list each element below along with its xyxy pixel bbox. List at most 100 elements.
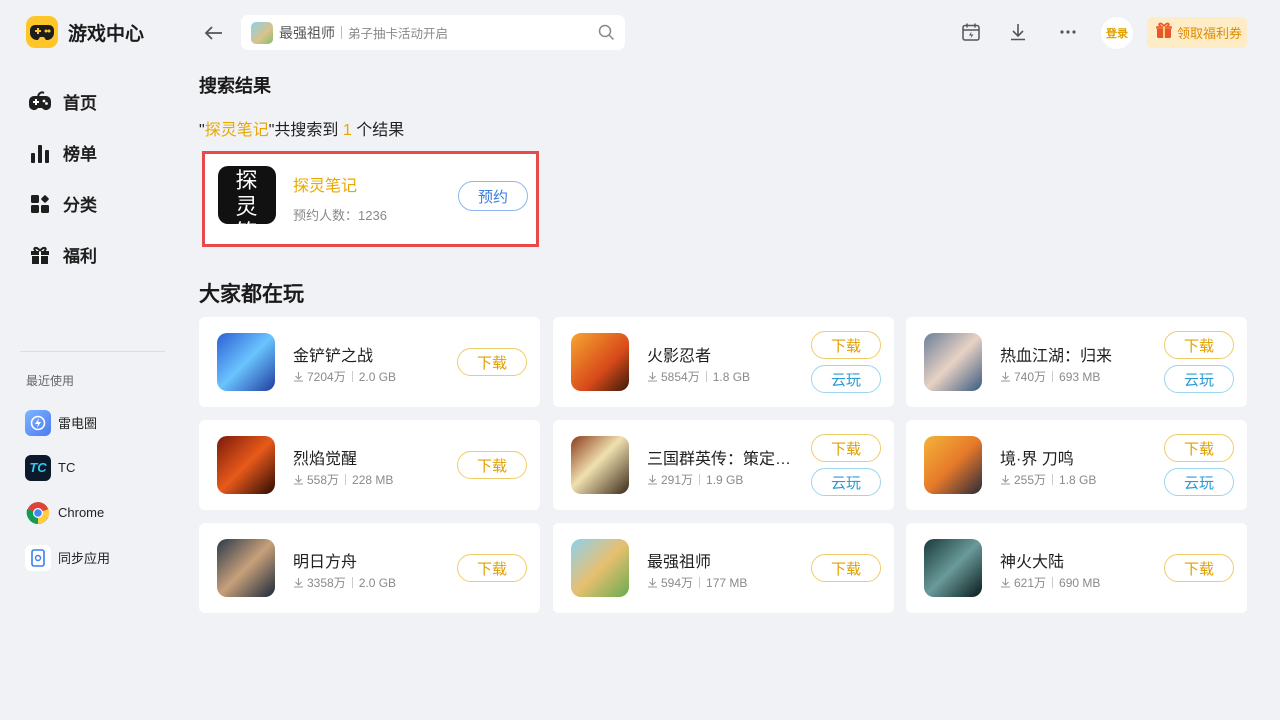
recent-label: 雷电圈 — [58, 416, 98, 431]
sidebar-divider — [20, 351, 165, 352]
nav-label: 福利 — [63, 247, 97, 266]
download-button[interactable]: 下载 — [457, 451, 527, 479]
stats-separator — [351, 577, 353, 588]
game-card[interactable]: 最强祖师 594万 177 MB 下载 — [553, 523, 894, 613]
download-count: 621万 — [1014, 576, 1047, 590]
main-nav: 首页 榜单 分类 福利 — [28, 76, 97, 280]
stats-separator — [351, 371, 353, 382]
download-count: 7204万 — [307, 370, 346, 384]
download-count-icon — [648, 578, 657, 588]
game-size: 2.0 GB — [358, 369, 397, 384]
nav-item-ranking[interactable]: 榜单 — [28, 127, 97, 178]
download-button[interactable]: 下载 — [811, 434, 881, 462]
download-count: 291万 — [661, 473, 694, 487]
recent-item-leidian[interactable]: 雷电圈 — [25, 400, 110, 445]
download-count-icon — [294, 475, 303, 485]
game-icon — [571, 539, 629, 597]
search-game-name: 最强祖师 — [279, 24, 335, 41]
game-name: 烈焰觉醒 — [293, 451, 358, 468]
recent-item-chrome[interactable]: Chrome — [25, 490, 110, 535]
recent-label: TC — [58, 460, 76, 475]
game-stats: 740万 693 MB — [1000, 368, 1100, 385]
download-count-icon — [648, 372, 657, 382]
game-icon — [217, 436, 275, 494]
game-card[interactable]: 热血江湖：归来 740万 693 MB 下载 云玩 — [906, 317, 1247, 407]
download-button[interactable]: 下载 — [1164, 554, 1234, 582]
brand[interactable]: 游戏中心 — [26, 16, 144, 48]
cloud-play-button[interactable]: 云玩 — [811, 468, 881, 496]
game-icon: 探灵笔记 — [218, 166, 276, 224]
recent-item-sync[interactable]: 同步应用 — [25, 535, 110, 580]
reserve-button[interactable]: 预约 — [458, 181, 528, 211]
search-results-title: 搜索结果 — [199, 76, 271, 96]
game-card[interactable]: 明日方舟 3358万 2.0 GB 下载 — [199, 523, 540, 613]
game-card[interactable]: 烈焰觉醒 558万 228 MB 下载 — [199, 420, 540, 510]
download-button[interactable]: 下载 — [1164, 434, 1234, 462]
game-icon — [571, 333, 629, 391]
gift-icon — [28, 243, 52, 267]
nav-item-welfare[interactable]: 福利 — [28, 229, 97, 280]
search-icon[interactable] — [598, 24, 615, 41]
cloud-play-button[interactable]: 云玩 — [1164, 468, 1234, 496]
download-button[interactable]: 下载 — [1164, 331, 1234, 359]
download-button[interactable]: 下载 — [457, 554, 527, 582]
sidebar: 游戏中心 首页 榜单 分类 福利 最近使用 雷电圈 TC TC Chrome 同… — [0, 0, 180, 720]
game-icon — [924, 333, 982, 391]
search-separator — [341, 26, 342, 39]
claim-coupon-button[interactable]: 领取福利券 — [1147, 17, 1247, 48]
game-stats: 291万 1.9 GB — [647, 471, 743, 488]
recent-label: Chrome — [58, 505, 105, 520]
coupon-label: 领取福利券 — [1177, 26, 1243, 41]
download-button[interactable]: 下载 — [457, 348, 527, 376]
download-count: 255万 — [1014, 473, 1047, 487]
search-game-thumbnail — [251, 21, 273, 44]
game-name: 最强祖师 — [647, 554, 712, 571]
arrow-left-icon — [204, 26, 222, 40]
stats-separator — [1052, 371, 1054, 382]
popular-title: 大家都在玩 — [199, 283, 304, 306]
download-count-icon — [1001, 578, 1010, 588]
game-card[interactable]: 境·界 刀鸣 255万 1.8 GB 下载 云玩 — [906, 420, 1247, 510]
game-stats: 558万 228 MB — [293, 471, 393, 488]
search-bar[interactable]: 最强祖师 弟子抽卡活动开启 — [241, 15, 625, 50]
game-size: 1.8 GB — [1059, 472, 1097, 487]
download-button[interactable]: 下载 — [811, 331, 881, 359]
download-count: 740万 — [1014, 370, 1047, 384]
game-name: 明日方舟 — [293, 554, 358, 571]
game-name: 神火大陆 — [1000, 554, 1065, 571]
game-card[interactable]: 三国群英传：策定九州 291万 1.9 GB 下载 云玩 — [553, 420, 894, 510]
game-stats: 3358万 2.0 GB — [293, 574, 396, 591]
stats-separator — [705, 371, 707, 382]
more-icon[interactable] — [1057, 21, 1079, 43]
back-button[interactable] — [203, 22, 225, 44]
cloud-play-button[interactable]: 云玩 — [1164, 365, 1234, 393]
summary-keyword: 探灵笔记 — [204, 122, 269, 139]
game-icon — [924, 436, 982, 494]
game-card[interactable]: 火影忍者 5854万 1.8 GB 下载 云玩 — [553, 317, 894, 407]
game-icon-text: 探灵笔记 — [235, 169, 259, 224]
nav-item-home[interactable]: 首页 — [28, 76, 97, 127]
stats-separator — [1052, 474, 1054, 485]
recent-list: 雷电圈 TC TC Chrome 同步应用 — [25, 400, 110, 580]
game-icon — [571, 436, 629, 494]
game-size: 1.8 GB — [712, 369, 751, 384]
search-result-card[interactable]: 探灵笔记 探灵笔记 预约人数：1236 预约 — [202, 151, 539, 247]
game-name: 金铲铲之战 — [293, 348, 374, 365]
game-stats: 255万 1.8 GB — [1000, 471, 1096, 488]
game-size: 693 MB — [1059, 369, 1101, 384]
sync-app-icon — [25, 544, 51, 571]
login-button[interactable]: 登录 — [1101, 17, 1133, 49]
summary-mid: "共搜索到 — [268, 122, 343, 139]
result-summary: "探灵笔记"共搜索到 1 个结果 — [199, 116, 404, 140]
download-count: 3358万 — [307, 576, 346, 590]
download-icon[interactable] — [1007, 21, 1029, 43]
recent-item-tc[interactable]: TC TC — [25, 445, 110, 490]
download-count-icon — [294, 578, 303, 588]
cloud-play-button[interactable]: 云玩 — [811, 365, 881, 393]
game-center-logo-icon — [26, 16, 58, 48]
download-button[interactable]: 下载 — [811, 554, 881, 582]
game-card[interactable]: 神火大陆 621万 690 MB 下载 — [906, 523, 1247, 613]
game-card[interactable]: 金铲铲之战 7204万 2.0 GB 下载 — [199, 317, 540, 407]
calendar-icon[interactable] — [960, 21, 982, 43]
nav-item-category[interactable]: 分类 — [28, 178, 97, 229]
